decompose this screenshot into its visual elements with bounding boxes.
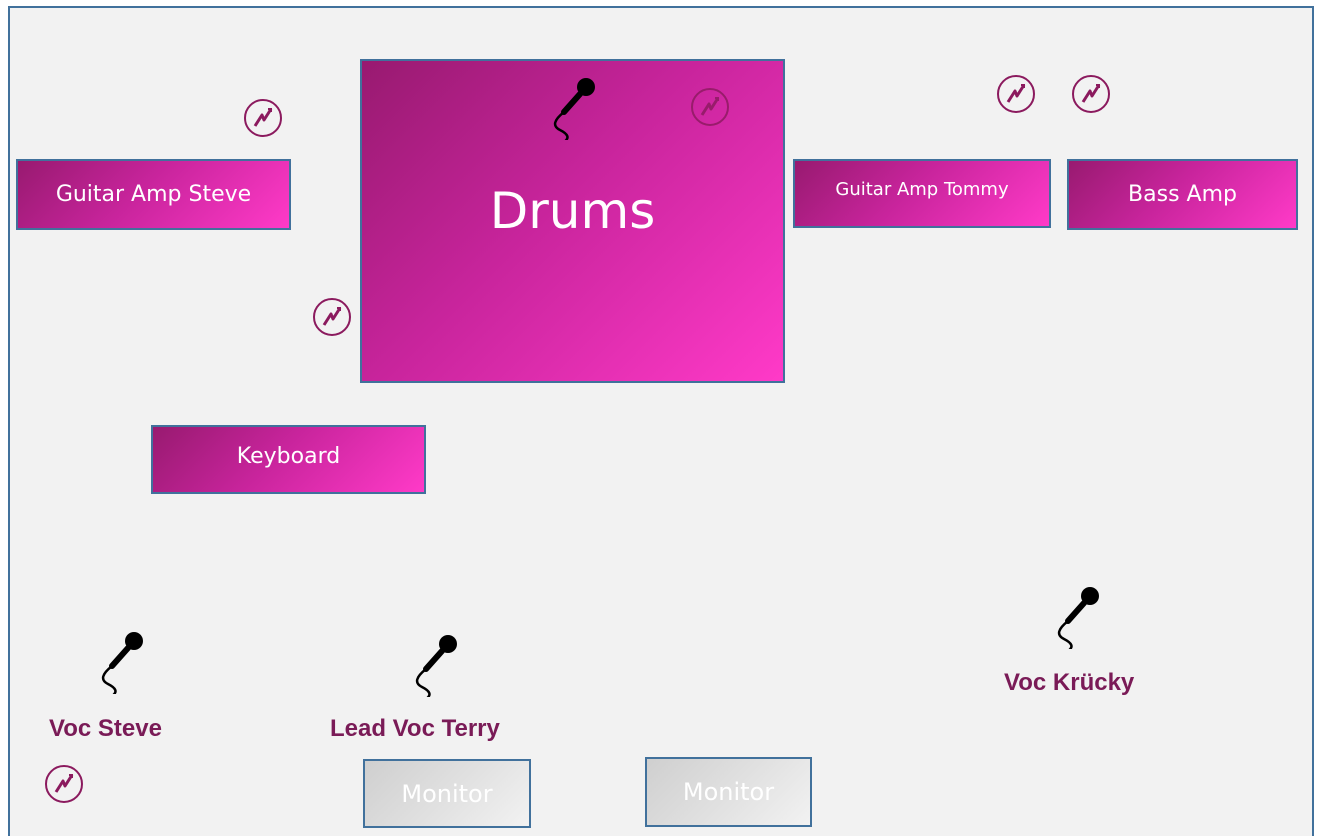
power-outlet-icon (45, 765, 83, 803)
power-outlet-icon (244, 99, 282, 137)
guitar-amp-steve-label: Guitar Amp Steve (55, 182, 252, 207)
power-outlet-icon (691, 88, 729, 126)
power-outlet-icon (313, 298, 351, 336)
power-outlet-icon (1072, 75, 1110, 113)
keyboard-label: Keyboard (236, 444, 341, 469)
guitar-amp-tommy-label: Guitar Amp Tommy (835, 179, 1009, 200)
bass-amp: Bass Amp (1067, 159, 1298, 230)
monitor-left-label: Monitor (401, 779, 493, 808)
monitor-right-label: Monitor (682, 778, 775, 806)
microphone-icon (1057, 587, 1099, 649)
monitor-right: Monitor (645, 757, 812, 827)
bass-amp-label: Bass Amp (1128, 182, 1237, 207)
power-outlet-icon (997, 75, 1035, 113)
microphone-icon (553, 78, 595, 140)
vocal-label-steve: Voc Steve (49, 715, 162, 742)
vocal-label-krucky: Voc Krücky (1004, 669, 1135, 696)
vocal-label-terry: Lead Voc Terry (330, 715, 500, 742)
drums-label: Drums (489, 182, 656, 240)
keyboard: Keyboard (151, 425, 426, 494)
guitar-amp-tommy: Guitar Amp Tommy (793, 159, 1051, 228)
guitar-amp-steve: Guitar Amp Steve (16, 159, 291, 230)
microphone-icon (415, 635, 457, 697)
monitor-left: Monitor (363, 759, 531, 828)
microphone-icon (101, 632, 143, 694)
